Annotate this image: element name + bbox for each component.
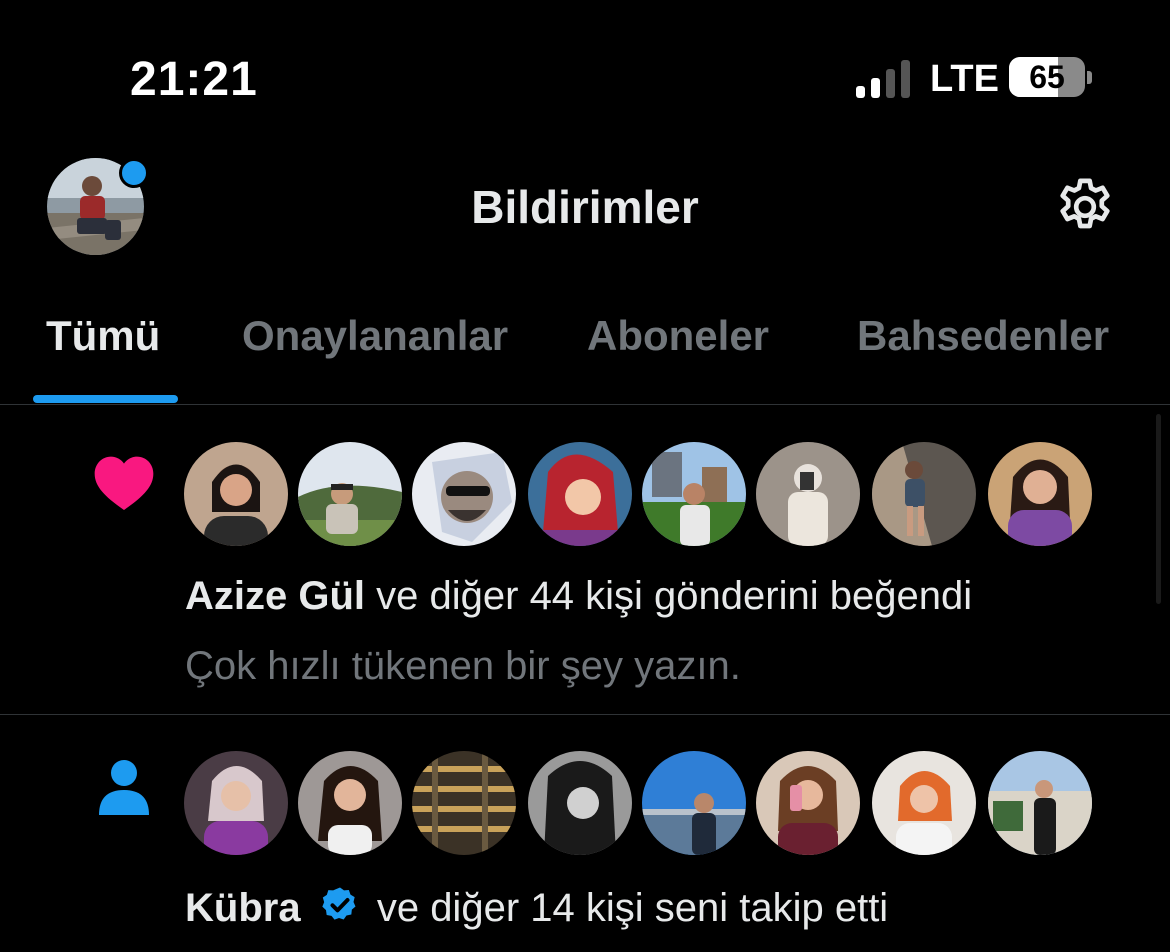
follower-avatar[interactable] xyxy=(298,751,402,855)
tabs-divider xyxy=(0,404,1170,405)
liker-avatar[interactable] xyxy=(412,442,516,546)
battery-tip xyxy=(1087,71,1092,84)
post-preview[interactable]: Çok hızlı tükenen bir şey yazın. xyxy=(185,644,741,689)
verified-badge-icon xyxy=(320,885,360,935)
liker-avatar[interactable] xyxy=(298,442,402,546)
cellular-signal-icon xyxy=(856,58,916,98)
tab-verified[interactable]: Onaylananlar xyxy=(242,312,508,360)
heart-icon xyxy=(92,452,156,512)
follower-avatar[interactable] xyxy=(412,751,516,855)
person-icon xyxy=(97,759,151,815)
liker-avatar[interactable] xyxy=(988,442,1092,546)
notification-action: ve diğer 14 kişi seni takip etti xyxy=(376,886,889,930)
follower-avatar[interactable] xyxy=(872,751,976,855)
liker-avatar[interactable] xyxy=(756,442,860,546)
follower-avatar[interactable] xyxy=(642,751,746,855)
liker-avatar[interactable] xyxy=(528,442,632,546)
active-tab-indicator xyxy=(33,395,178,403)
follower-avatar[interactable] xyxy=(184,751,288,855)
battery-icon: 65 xyxy=(1009,57,1085,97)
network-type: LTE xyxy=(930,58,999,100)
notification-like-text: Azize Gül ve diğer 44 kişi gönderini beğ… xyxy=(185,574,972,619)
notification-like[interactable]: Azize Gül ve diğer 44 kişi gönderini beğ… xyxy=(0,406,1170,714)
liker-avatar[interactable] xyxy=(872,442,976,546)
battery-level: 65 xyxy=(1029,59,1065,95)
notification-follow-text: Kübra ve diğer 14 kişi seni takip etti xyxy=(185,885,888,935)
follower-avatar[interactable] xyxy=(756,751,860,855)
tab-all[interactable]: Tümü xyxy=(46,312,160,360)
notification-action: ve diğer 44 kişi gönderini beğendi xyxy=(365,574,973,618)
notification-follow[interactable]: Kübra ve diğer 14 kişi seni takip etti xyxy=(0,715,1170,952)
liker-avatar[interactable] xyxy=(642,442,746,546)
settings-gear-icon[interactable] xyxy=(1052,174,1118,240)
liker-avatar[interactable] xyxy=(184,442,288,546)
tab-subscriptions[interactable]: Aboneler xyxy=(587,312,769,360)
follower-avatar[interactable] xyxy=(988,751,1092,855)
follower-avatar[interactable] xyxy=(528,751,632,855)
notification-actor-name[interactable]: Kübra xyxy=(185,886,301,930)
notification-actor-name[interactable]: Azize Gül xyxy=(185,574,365,618)
tab-mentions[interactable]: Bahsedenler xyxy=(857,312,1109,360)
status-time: 21:21 xyxy=(130,53,258,106)
page-title: Bildirimler xyxy=(471,181,699,233)
